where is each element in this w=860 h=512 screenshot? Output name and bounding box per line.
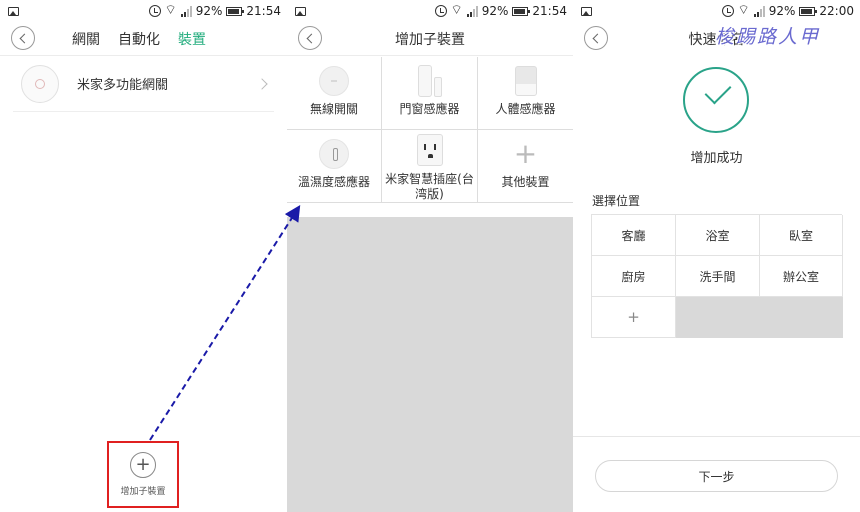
temperature-sensor-icon <box>319 139 349 169</box>
add-subdevice-label: 增加子裝置 <box>120 487 166 497</box>
battery-percent: 92% <box>195 4 223 18</box>
devices-screen: ⌔ 92% 21:54 網關 自動化 裝置 米家多功能網關 + 增加子裝置 <box>0 0 287 512</box>
location-section-title: 選擇位置 <box>592 194 641 208</box>
device-label: 無線開關 <box>309 102 358 116</box>
smart-plug-icon <box>416 134 443 166</box>
device-motion-sensor[interactable]: 人體感應器 <box>478 57 573 130</box>
device-temperature-sensor[interactable]: 溫濕度感應器 <box>287 130 382 203</box>
signal-icon <box>180 5 192 17</box>
battery-icon <box>799 6 818 16</box>
alarm-icon <box>721 5 734 17</box>
success-check-icon <box>683 67 749 133</box>
motion-sensor-icon <box>514 66 537 96</box>
image-notification-icon <box>8 6 19 16</box>
back-button[interactable] <box>11 26 35 50</box>
device-type-grid: 無線開關 門窗感應器 人體感應器 溫濕度感應器 米家智慧插座(台湾版) + 其他… <box>287 57 573 203</box>
location-office[interactable]: 辦公室 <box>760 256 843 297</box>
plus-icon: + <box>130 452 156 478</box>
quick-name-screen: ⌔ 92% 22:00 快速命名 梭踢路人甲 增加成功 選擇位置 客廳 浴室 臥… <box>573 0 860 512</box>
gateway-list-item[interactable]: 米家多功能網關 <box>13 56 274 112</box>
next-button[interactable]: 下一步 <box>595 460 838 492</box>
alarm-icon <box>434 5 447 17</box>
wifi-icon: ⌔ <box>164 3 177 18</box>
success-message: 增加成功 <box>690 151 743 166</box>
add-subdevice-screen: ⌔ 92% 21:54 增加子裝置 無線開關 門窗感應器 人體感應器 溫濕度感應… <box>287 0 573 512</box>
device-label: 門窗感應器 <box>399 102 460 116</box>
wireless-switch-icon <box>319 66 349 96</box>
tab-automation[interactable]: 自動化 <box>118 29 160 49</box>
location-living-room[interactable]: 客廳 <box>592 215 676 256</box>
header: 增加子裝置 <box>287 22 573 56</box>
location-kitchen[interactable]: 廚房 <box>592 256 676 297</box>
plus-icon: + <box>513 137 538 170</box>
watermark: 梭踢路人甲 <box>715 26 821 48</box>
add-subdevice-button[interactable]: + 增加子裝置 <box>107 441 179 508</box>
battery-percent: 92% <box>481 4 509 18</box>
clock: 22:00 <box>819 4 854 18</box>
location-restroom[interactable]: 洗手間 <box>676 256 760 297</box>
device-label: 溫濕度感應器 <box>297 175 370 189</box>
status-bar: ⌔ 92% 21:54 <box>287 0 573 22</box>
battery-percent: 92% <box>768 4 796 18</box>
location-bedroom[interactable]: 臥室 <box>760 215 843 256</box>
empty-cell <box>676 297 843 338</box>
empty-area <box>287 217 573 512</box>
plus-icon: + <box>627 308 640 326</box>
battery-icon <box>512 6 531 16</box>
device-label: 米家智慧插座(台湾版) <box>385 172 474 201</box>
clock: 21:54 <box>246 4 281 18</box>
gateway-label: 米家多功能網關 <box>77 78 169 93</box>
location-grid: 客廳 浴室 臥室 廚房 洗手間 辦公室 + <box>591 214 843 338</box>
page-title: 增加子裝置 <box>395 31 465 48</box>
device-smart-plug[interactable]: 米家智慧插座(台湾版) <box>382 130 478 203</box>
status-bar: ⌔ 92% 21:54 <box>0 0 287 22</box>
gateway-device-icon <box>21 64 59 103</box>
tab-bar: 網關 自動化 裝置 <box>72 29 206 49</box>
location-bathroom[interactable]: 浴室 <box>676 215 760 256</box>
status-bar: ⌔ 92% 22:00 <box>573 0 860 22</box>
image-notification-icon <box>295 6 306 16</box>
signal-icon <box>753 5 765 17</box>
wifi-icon: ⌔ <box>737 3 750 18</box>
back-button[interactable] <box>298 26 322 50</box>
signal-icon <box>466 5 478 17</box>
image-notification-icon <box>581 6 592 16</box>
header: 網關 自動化 裝置 <box>0 22 287 56</box>
add-location-button[interactable]: + <box>592 297 676 338</box>
clock: 21:54 <box>532 4 567 18</box>
tab-gateway[interactable]: 網關 <box>72 29 100 49</box>
wifi-icon: ⌔ <box>450 3 463 18</box>
device-label: 人體感應器 <box>495 102 556 116</box>
door-sensor-icon <box>417 65 442 97</box>
device-door-sensor[interactable]: 門窗感應器 <box>382 57 478 130</box>
device-label: 其他裝置 <box>501 175 550 189</box>
alarm-icon <box>148 5 161 17</box>
device-other[interactable]: + 其他裝置 <box>478 130 573 203</box>
back-button[interactable] <box>584 26 608 50</box>
battery-icon <box>226 6 245 16</box>
chevron-right-icon <box>256 77 268 90</box>
tab-devices[interactable]: 裝置 <box>178 29 206 49</box>
divider <box>573 436 860 437</box>
device-wireless-switch[interactable]: 無線開關 <box>287 57 382 130</box>
